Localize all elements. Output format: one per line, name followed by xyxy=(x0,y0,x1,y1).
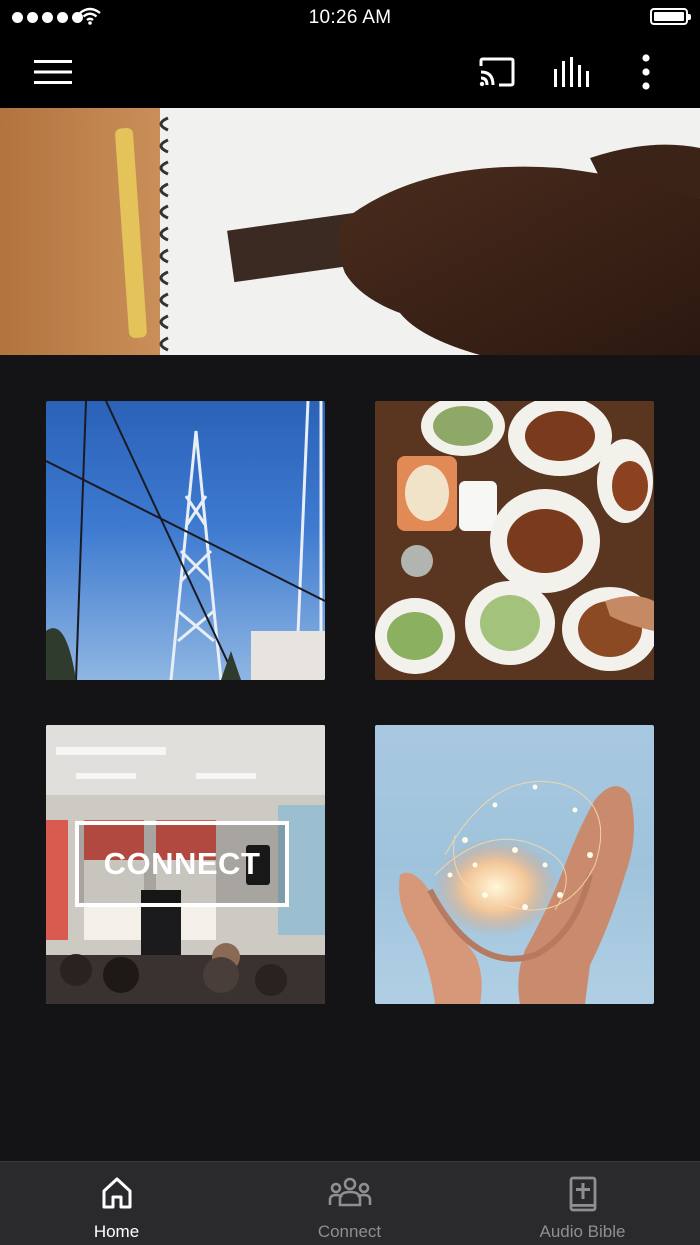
grid-tile-1[interactable] xyxy=(46,401,325,680)
equalizer-icon[interactable] xyxy=(552,52,592,92)
tab-audio-bible-label: Audio Bible xyxy=(539,1222,626,1241)
tab-home-label: Home xyxy=(93,1222,140,1241)
group-icon xyxy=(328,1177,371,1207)
connect-tile-label: CONNECT xyxy=(75,821,289,907)
tab-home[interactable]: Home xyxy=(0,1162,233,1245)
hands-string-lights-photo xyxy=(399,780,634,1004)
dinner-table-photo xyxy=(375,401,654,680)
bible-icon xyxy=(569,1176,596,1212)
hamburger-icon[interactable] xyxy=(33,52,73,92)
grid-tile-4[interactable] xyxy=(375,725,654,1004)
home-icon xyxy=(102,1177,131,1209)
notebook-hand-photo xyxy=(0,108,700,355)
tab-connect-label: Connect xyxy=(317,1222,382,1241)
bottom-tab-bar: Home Connect Audio Bible xyxy=(0,1161,700,1245)
grid-tile-2[interactable] xyxy=(375,401,654,680)
status-time: 10:26 AM xyxy=(308,7,392,28)
grid-tile-3[interactable]: CONNECT xyxy=(46,725,325,1004)
hero-banner-image[interactable] xyxy=(0,108,700,355)
status-bar: 10:26 AM xyxy=(0,0,700,36)
more-vertical-icon[interactable] xyxy=(626,52,666,92)
top-toolbar xyxy=(0,36,700,108)
radio-tower-photo xyxy=(46,401,325,680)
cast-icon[interactable] xyxy=(477,52,517,92)
connect-tile-text: CONNECT xyxy=(103,846,261,881)
tab-audio-bible[interactable]: Audio Bible xyxy=(466,1162,699,1245)
tab-connect[interactable]: Connect xyxy=(233,1162,466,1245)
battery-icon xyxy=(650,8,691,25)
